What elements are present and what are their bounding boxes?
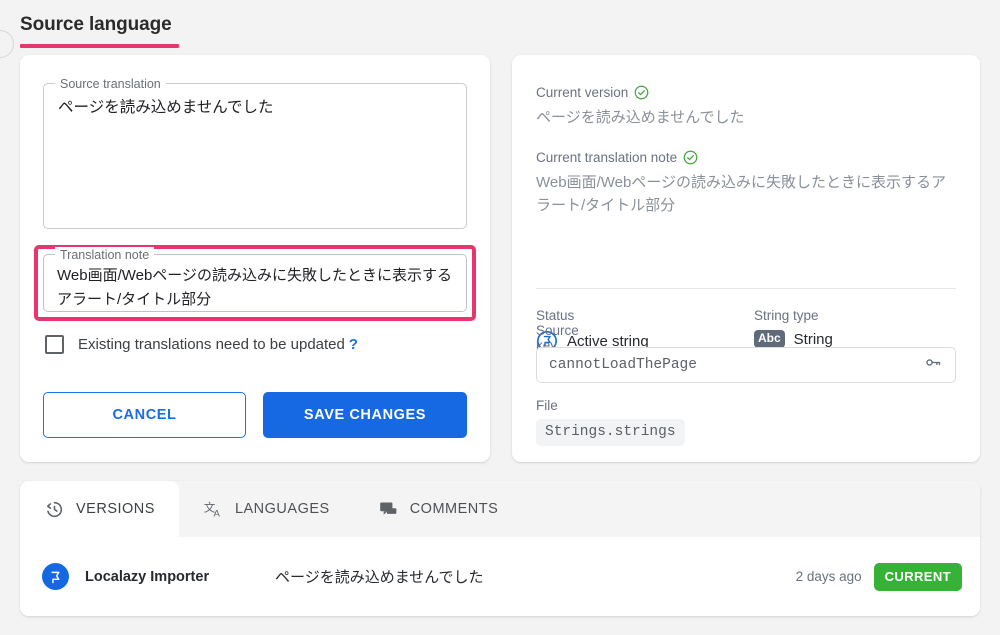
version-text: ページを読み込めませんでした [275, 566, 796, 587]
update-existing-label: Existing translations need to be updated… [78, 336, 358, 353]
translation-note-label: Translation note [55, 247, 154, 263]
source-translation-field[interactable]: Source translation ページを読み込めませんでした [43, 83, 467, 229]
check-circle-icon [634, 85, 649, 100]
current-version-label: Current version [536, 85, 745, 100]
string-type-value-row: Abc String [754, 330, 833, 348]
status-badge: CURRENT [874, 563, 962, 591]
tab-languages-label: LANGUAGES [235, 501, 330, 517]
app-root: Source language Source translation ページを読… [0, 0, 1000, 635]
file-block: File Strings.strings [536, 398, 685, 446]
status-label: Status [536, 308, 649, 323]
update-existing-checkbox[interactable] [45, 335, 64, 354]
comment-icon [378, 499, 399, 520]
help-icon[interactable]: ? [349, 336, 358, 353]
activity-tabs: VERSIONS 文A LANGUAGES COMMENTS [20, 481, 980, 537]
update-existing-text: Existing translations need to be updated [78, 336, 345, 353]
current-translation-note-label-text: Current translation note [536, 150, 677, 165]
cancel-button[interactable]: CANCEL [43, 392, 246, 438]
check-circle-icon [683, 150, 698, 165]
details-card: Current version ページを読み込めませんでした Current t… [512, 55, 980, 462]
file-label: File [536, 398, 685, 413]
tab-versions[interactable]: VERSIONS [20, 481, 179, 537]
translate-icon: 文A [203, 499, 224, 520]
current-translation-note-value: Web画面/Webページの読み込みに失敗したときに表示するアラート/タイトル部分 [536, 171, 956, 217]
details-divider [536, 288, 956, 289]
tab-versions-label: VERSIONS [76, 501, 155, 517]
tab-comments[interactable]: COMMENTS [354, 481, 523, 537]
source-key-field[interactable]: cannotLoadThePage [536, 347, 956, 383]
abc-badge-icon: Abc [754, 330, 785, 348]
source-translation-label: Source translation [55, 76, 166, 92]
edge-decoration-circle [0, 30, 14, 58]
tab-comments-label: COMMENTS [410, 501, 499, 517]
translation-note-value: Web画面/Webページの読み込みに失敗したときに表示するアラート/タイトル部分 [44, 255, 466, 312]
page-title: Source language [20, 14, 179, 44]
string-type-block: String type Abc String [754, 308, 833, 348]
current-version-value: ページを読み込めませんでした [536, 106, 745, 129]
current-translation-note-block: Current translation note Web画面/Webページの読み… [536, 150, 956, 217]
file-value: Strings.strings [536, 419, 685, 446]
svg-text:A: A [213, 508, 220, 519]
save-changes-button[interactable]: SAVE CHANGES [263, 392, 467, 438]
current-translation-note-label: Current translation note [536, 150, 956, 165]
history-icon [44, 499, 65, 520]
translation-note-field[interactable]: Translation note Web画面/Webページの読み込みに失敗したと… [43, 254, 467, 312]
activity-panel: VERSIONS 文A LANGUAGES COMMENTS Localazy … [20, 481, 980, 616]
page-header: Source language [20, 14, 179, 48]
current-version-label-text: Current version [536, 85, 628, 100]
version-author: Localazy Importer [85, 569, 275, 585]
editor-card: Source translation ページを読み込めませんでした Transl… [20, 55, 490, 462]
update-existing-row[interactable]: Existing translations need to be updated… [45, 335, 358, 354]
avatar [42, 563, 69, 590]
source-key-value: cannotLoadThePage [549, 357, 924, 373]
version-timestamp: 2 days ago [796, 569, 862, 584]
title-underline [20, 44, 179, 48]
string-type-value: String [794, 331, 833, 348]
version-row[interactable]: Localazy Importer ページを読み込めませんでした 2 days … [20, 537, 980, 616]
current-version-block: Current version ページを読み込めませんでした [536, 85, 745, 129]
tab-languages[interactable]: 文A LANGUAGES [179, 481, 354, 537]
key-icon[interactable] [924, 353, 943, 377]
string-type-label: String type [754, 308, 833, 323]
